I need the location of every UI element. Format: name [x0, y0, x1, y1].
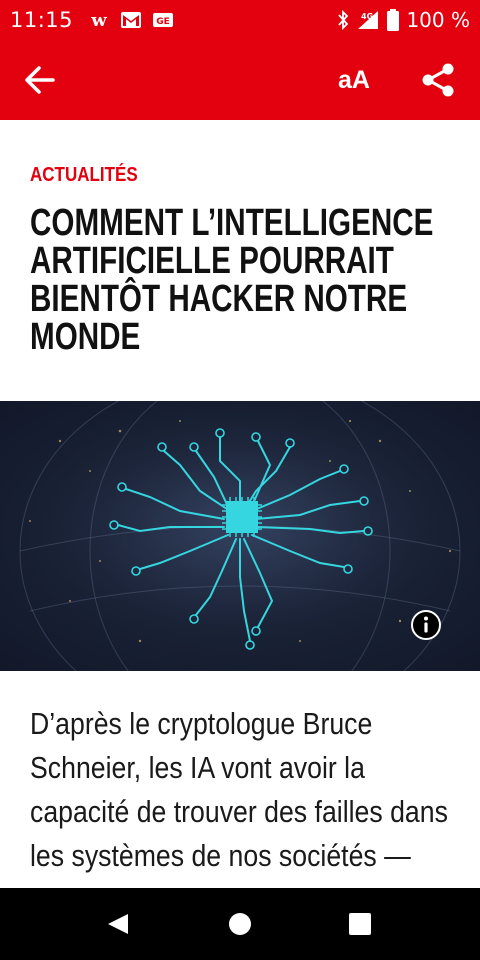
share-icon: [422, 63, 454, 97]
status-bar-left: 11:15 w GE: [10, 8, 175, 32]
battery-percent: 100 %: [406, 8, 470, 32]
clock: 11:15: [10, 8, 74, 32]
info-icon[interactable]: [410, 609, 442, 641]
font-size-button[interactable]: aA: [332, 60, 376, 100]
back-button[interactable]: [20, 60, 60, 100]
system-navigation-bar: [0, 888, 480, 960]
article-lede: D’après le cryptologue Bruce Schneier, l…: [30, 706, 448, 888]
article-hero-image[interactable]: [0, 401, 480, 671]
share-button[interactable]: [416, 58, 460, 102]
article-content[interactable]: ACTUALITÉS COMMENT L’INTELLIGENCE ARTIFI…: [0, 120, 480, 888]
svg-text:w: w: [90, 10, 107, 30]
nav-back-icon[interactable]: [104, 910, 132, 938]
svg-text:4G: 4G: [361, 12, 373, 21]
notification-icons: w GE: [87, 10, 175, 30]
arrow-left-icon: [25, 66, 55, 94]
bluetooth-icon: [338, 9, 349, 31]
svg-text:GE: GE: [156, 17, 170, 27]
status-bar-right: 4G 100 %: [336, 8, 470, 32]
nav-recents-icon[interactable]: [348, 912, 372, 936]
gmail-icon: [121, 12, 142, 28]
w-notification-icon: w: [90, 10, 107, 30]
app-bar: aA: [0, 40, 480, 120]
status-bar: 11:15 w GE 4G 100 %: [0, 0, 480, 40]
article-title: COMMENT L’INTELLIGENCE ARTIFICIELLE POUR…: [30, 202, 434, 358]
signal-icon: 4G: [358, 11, 379, 29]
news-icon: GE: [153, 13, 174, 27]
nav-home-icon[interactable]: [228, 912, 252, 936]
circuit-brain-illustration: [0, 401, 480, 671]
article-category[interactable]: ACTUALITÉS: [30, 164, 138, 187]
battery-icon: [387, 9, 400, 31]
